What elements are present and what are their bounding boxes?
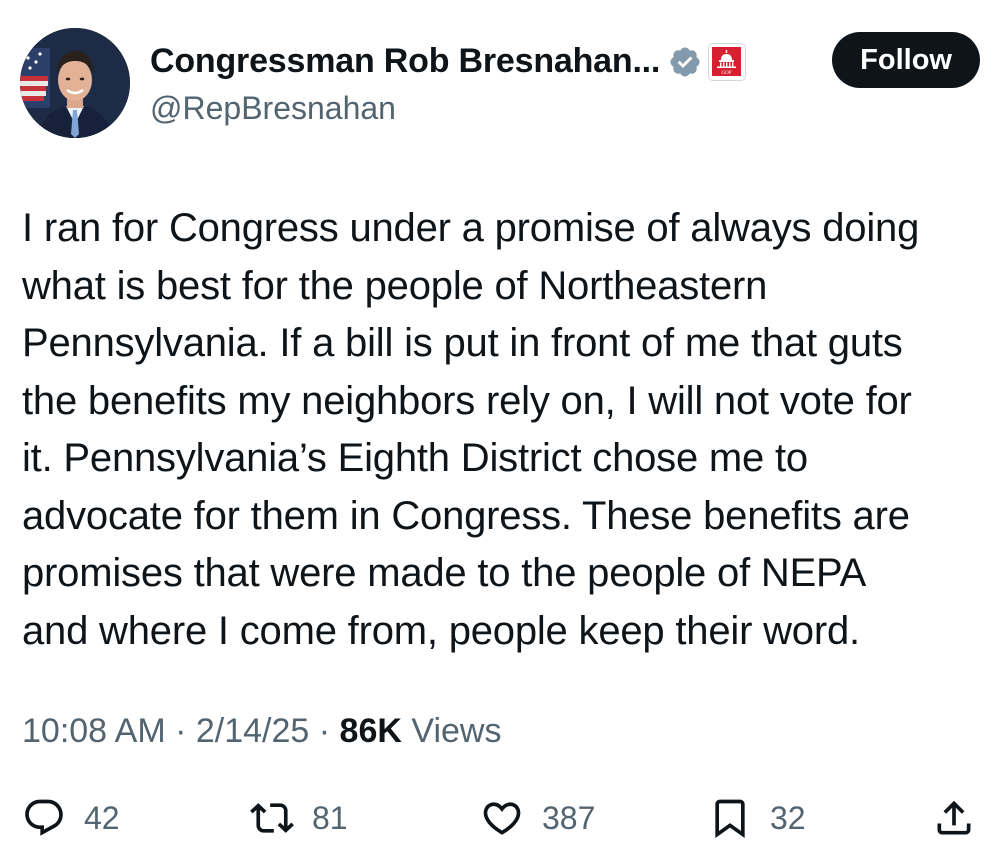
repost-count: 81	[312, 799, 348, 836]
heart-icon	[480, 796, 524, 840]
tweet-text-line: it. Pennsylvania’s Eighth District chose…	[22, 436, 808, 480]
reply-button[interactable]: 42	[22, 790, 120, 846]
like-count: 387	[542, 799, 596, 836]
reply-count: 42	[84, 799, 120, 836]
follow-button[interactable]: Follow	[832, 32, 980, 88]
repost-button[interactable]: 81	[250, 790, 348, 846]
like-button[interactable]: 387	[480, 790, 595, 846]
verified-badge-icon[interactable]	[668, 45, 702, 79]
tweet-meta: 10:08 AM · 2/14/25 · 86K Views	[22, 712, 501, 751]
views-count: 86K	[339, 712, 402, 750]
author-display-name[interactable]: Congressman Rob Bresnahan...	[150, 42, 660, 81]
share-icon	[932, 796, 976, 840]
tweet-text-line: Pennsylvania. If a bill is put in front …	[22, 321, 903, 365]
action-bar: 42 81 387 32	[22, 790, 980, 846]
author-handle[interactable]: @RepBresnahan	[150, 90, 396, 127]
reply-icon	[22, 796, 66, 840]
house-gop-badge-icon[interactable]: GOP	[708, 42, 747, 81]
tweet-text-line: what is best for the people of Northeast…	[22, 263, 768, 308]
tweet-text-line: and where I come from, people keep their…	[22, 608, 860, 653]
tweet-text: I ran for Congress under a promise of al…	[22, 200, 982, 660]
tweet-text-line: I ran for Congress under a promise of al…	[22, 206, 920, 250]
tweet-text-line: promises that were made to the people of…	[22, 551, 867, 595]
profile-photo	[20, 28, 130, 138]
badge-text: GOP	[722, 71, 732, 76]
tweet-time[interactable]: 10:08 AM	[22, 712, 166, 750]
tweet-header: Congressman Rob Bresnahan... GOP @RepBre…	[20, 28, 980, 140]
author-name-row: Congressman Rob Bresnahan... GOP	[150, 42, 747, 81]
tweet-text-line: advocate for them in Congress. These ben…	[22, 493, 910, 538]
views-label: Views	[411, 712, 502, 750]
tweet-date[interactable]: 2/14/25	[196, 712, 309, 750]
bookmark-icon	[708, 796, 752, 840]
repost-icon	[250, 796, 294, 840]
bookmark-count: 32	[770, 799, 806, 836]
tweet-text-line: the benefits my neighbors rely on, I wil…	[22, 378, 912, 423]
meta-separator: ·	[309, 712, 340, 750]
share-button[interactable]	[932, 790, 976, 846]
avatar[interactable]	[20, 28, 130, 138]
meta-separator: ·	[165, 712, 196, 750]
bookmark-button[interactable]: 32	[708, 790, 806, 846]
